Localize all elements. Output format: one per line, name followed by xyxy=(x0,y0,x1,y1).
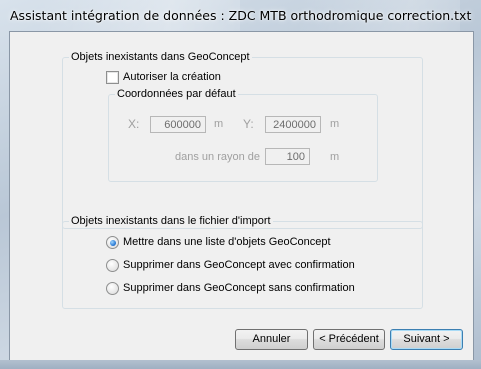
y-unit-label: m xyxy=(330,118,340,130)
group-missing-in-geoconcept-label: Objets inexistants dans GeoConcept xyxy=(69,51,252,64)
option-delete-confirm-radio[interactable] xyxy=(106,259,119,272)
option-delete-confirm-label[interactable]: Supprimer dans GeoConcept avec confirmat… xyxy=(123,259,355,272)
group-missing-in-import-file-label: Objets inexistants dans le fichier d'imp… xyxy=(69,215,273,228)
x-unit-label: m xyxy=(214,118,224,130)
next-button[interactable]: Suivant > xyxy=(390,329,463,350)
radius-field[interactable]: 100 xyxy=(265,148,310,165)
group-missing-in-geoconcept: Objets inexistants dans GeoConcept Autor… xyxy=(62,51,423,229)
y-coordinate-field[interactable]: 2400000 xyxy=(265,116,321,133)
allow-creation-label[interactable]: Autoriser la création xyxy=(123,71,221,84)
allow-creation-checkbox[interactable] xyxy=(106,71,119,84)
x-coordinate-label: X: xyxy=(128,117,140,131)
y-coordinate-label: Y: xyxy=(243,117,254,131)
option-delete-noconfirm-label[interactable]: Supprimer dans GeoConcept sans confirmat… xyxy=(123,282,355,295)
x-coordinate-field[interactable]: 600000 xyxy=(150,116,206,133)
radius-unit-label: m xyxy=(330,151,340,163)
wizard-dialog: Objets inexistants dans GeoConcept Autor… xyxy=(9,31,474,361)
group-default-coordinates: Coordonnées par défaut X: 600000 m Y: 24… xyxy=(108,88,378,182)
window-title: Assistant intégration de données : ZDC M… xyxy=(10,8,472,23)
cancel-button[interactable]: Annuler xyxy=(235,329,308,350)
group-default-coordinates-label: Coordonnées par défaut xyxy=(115,88,238,101)
window-bottom-border xyxy=(0,360,481,369)
radius-label: dans un rayon de xyxy=(175,151,261,163)
option-list-label[interactable]: Mettre dans une liste d'objets GeoConcep… xyxy=(123,236,331,249)
previous-button[interactable]: < Précédent xyxy=(313,329,385,350)
option-delete-noconfirm-radio[interactable] xyxy=(106,282,119,295)
option-list-radio[interactable] xyxy=(106,236,119,249)
group-missing-in-import-file: Objets inexistants dans le fichier d'imp… xyxy=(62,215,423,309)
